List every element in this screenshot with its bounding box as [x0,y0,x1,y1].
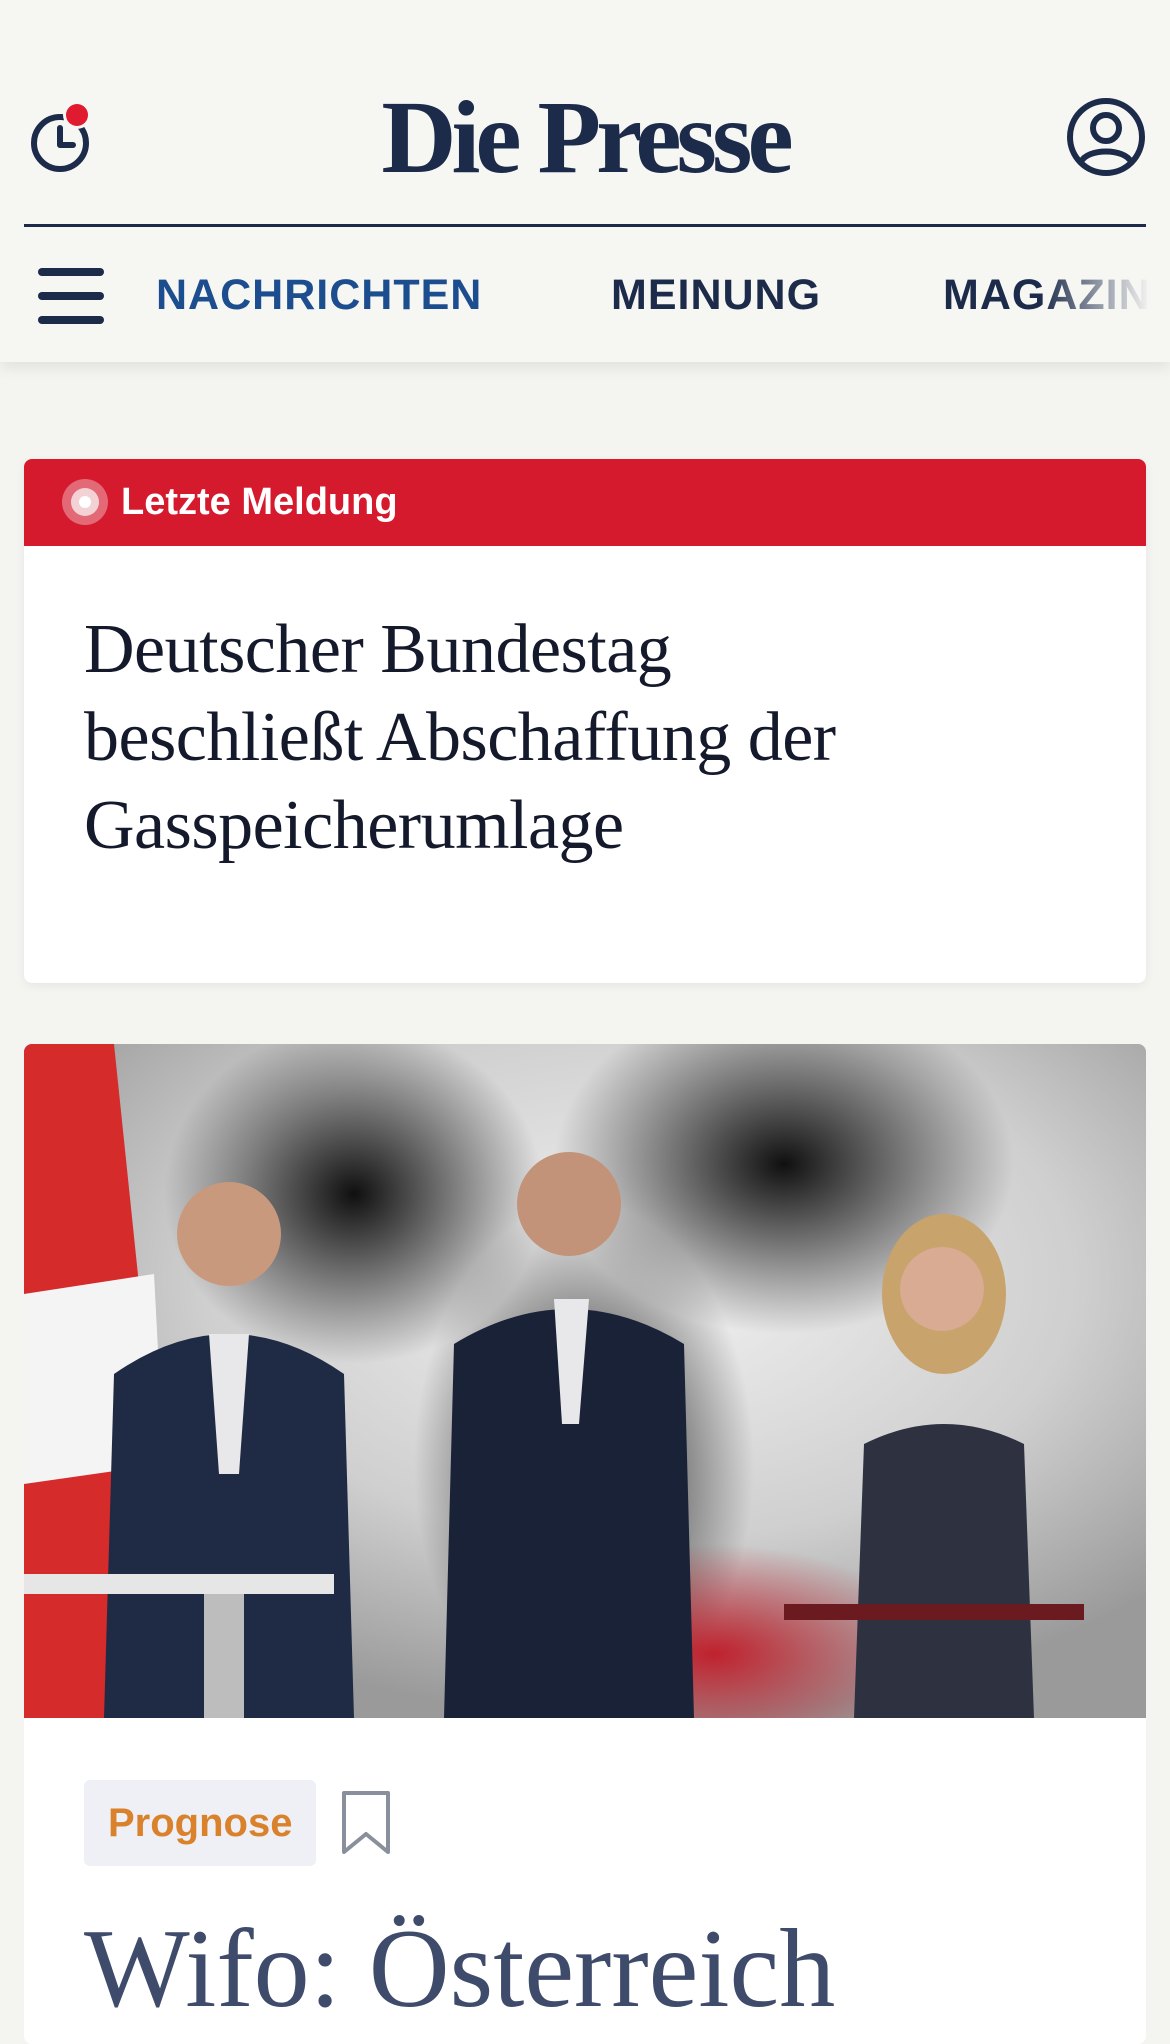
press-conference-photo[interactable] [24,1044,1146,1718]
article-card[interactable]: Prognose Wifo: Österreich [24,1044,1146,2044]
site-header: Die Presse NACHRICHTEN MEINUNG MAGAZIN [0,0,1170,362]
breaking-news-bar: Letzte Meldung [24,459,1146,546]
breaking-headline[interactable]: Deutscher Bundestag beschließt Abschaffu… [84,606,944,870]
article-tag[interactable]: Prognose [84,1780,317,1866]
breaking-news-label: Letzte Meldung [121,481,398,523]
article-headline[interactable]: Wifo: Österreich [84,1904,1104,2034]
top-bar: Die Presse [0,0,1170,226]
header-divider [24,224,1146,227]
nav-item-nachrichten[interactable]: NACHRICHTEN [156,270,482,320]
live-dot-icon [62,479,108,525]
bookmark-icon [342,1791,390,1854]
profile-button[interactable] [1065,96,1147,178]
section-nav: NACHRICHTEN MEINUNG MAGAZIN [0,228,1170,362]
bookmark-button[interactable] [340,1790,392,1856]
nav-item-magazin[interactable]: MAGAZIN [943,270,1151,320]
breaking-news-card[interactable]: Letzte Meldung Deutscher Bundestag besch… [24,459,1146,983]
user-profile-icon [1067,98,1145,176]
hamburger-menu-icon[interactable] [38,268,106,326]
site-logo[interactable]: Die Presse [0,78,1170,198]
nav-item-meinung[interactable]: MEINUNG [611,270,821,320]
article-image [24,1044,1146,1718]
